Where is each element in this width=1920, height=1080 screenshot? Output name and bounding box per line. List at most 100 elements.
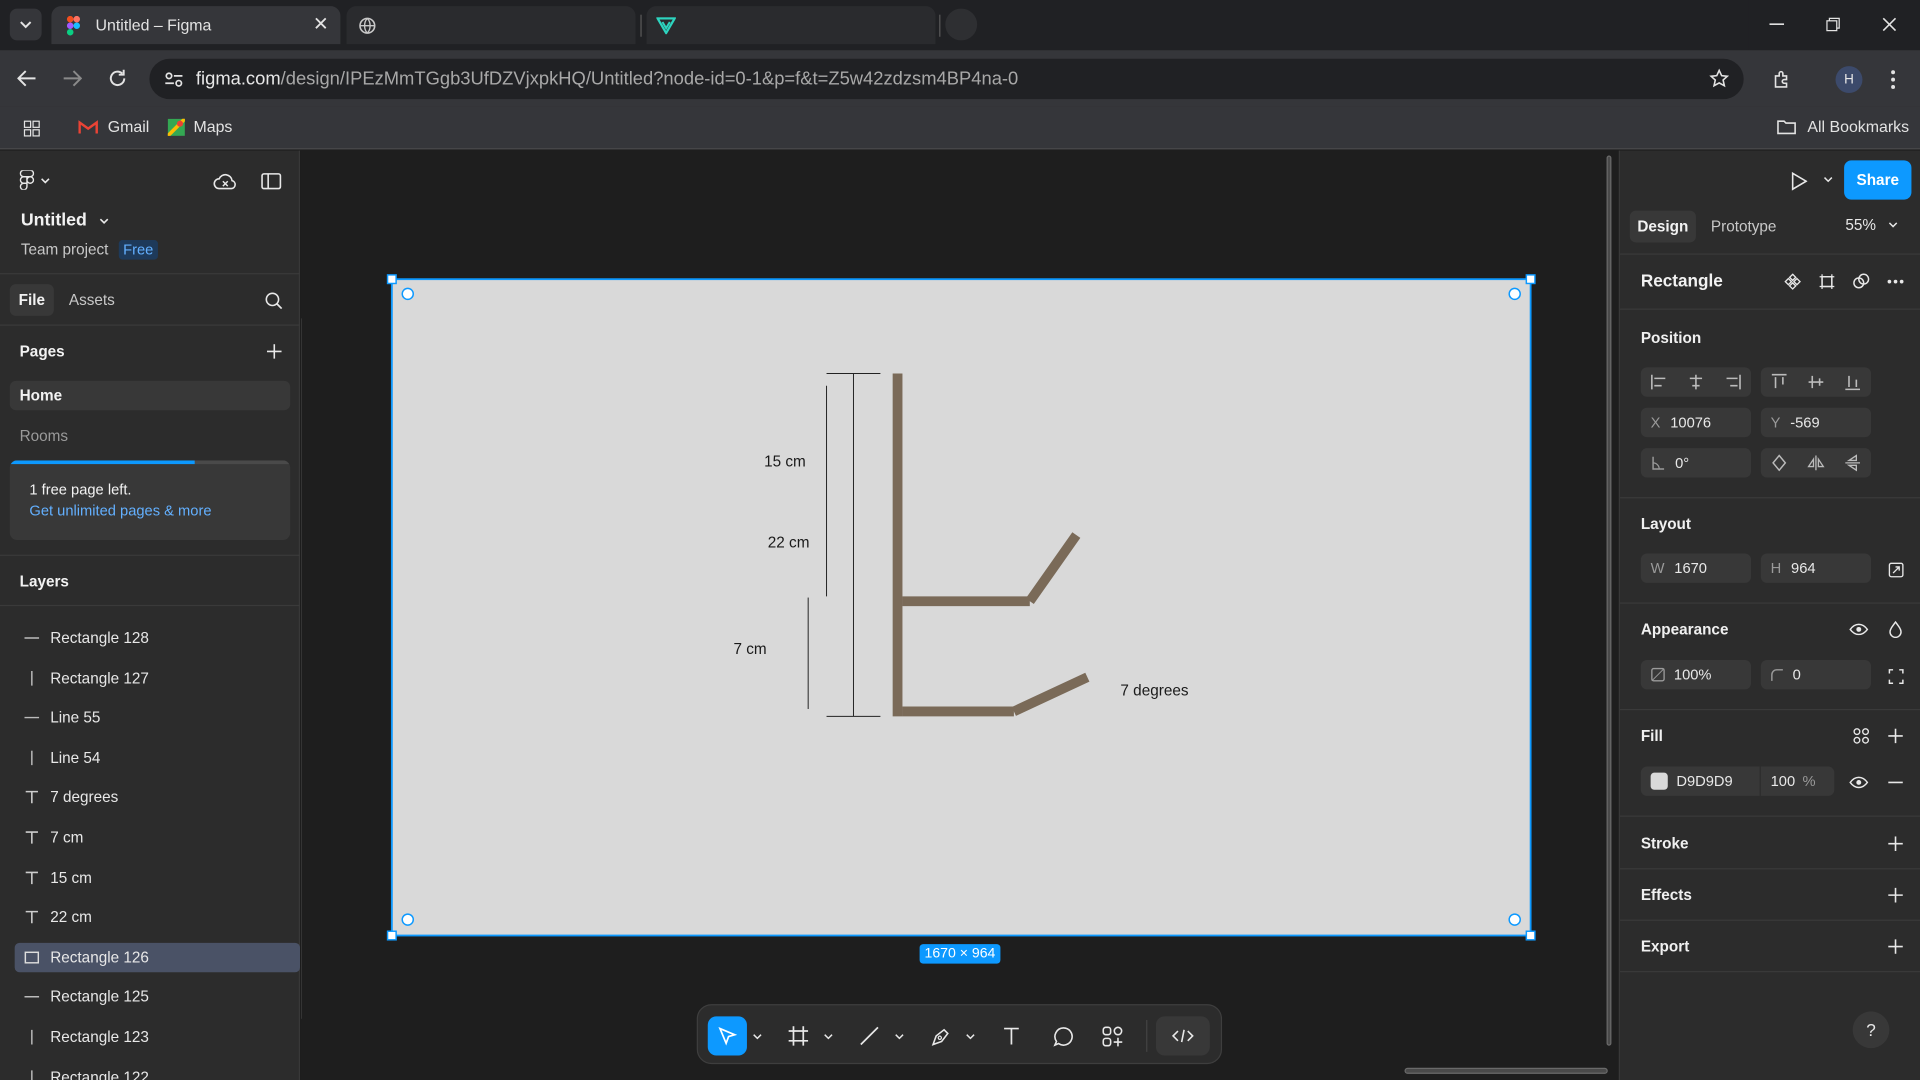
label-22cm[interactable]: 22 cm	[768, 534, 810, 551]
blend-mode-drop-icon[interactable]	[1885, 618, 1907, 640]
add-stroke-icon[interactable]	[1886, 834, 1906, 854]
line-tool-chevron[interactable]	[891, 1016, 906, 1055]
resize-handle-top-right[interactable]	[1525, 274, 1536, 285]
align-bottom-icon[interactable]	[1844, 373, 1861, 391]
main-menu-button[interactable]	[19, 170, 51, 190]
align-middle-icon[interactable]	[1807, 373, 1824, 390]
text-tool-button[interactable]	[992, 1016, 1031, 1055]
resize-handle-top-left[interactable]	[386, 274, 397, 285]
fill-color-field[interactable]: D9D9D9 100 %	[1640, 766, 1835, 796]
pen-tool-button[interactable]	[921, 1016, 960, 1055]
remove-fill-icon[interactable]	[1885, 771, 1907, 793]
visibility-eye-icon[interactable]	[1848, 618, 1870, 640]
browser-tab-figma[interactable]: Untitled – Figma	[51, 6, 341, 45]
project-name[interactable]: Team project	[21, 241, 109, 258]
extensions-icon[interactable]	[1768, 66, 1795, 93]
align-top-icon[interactable]	[1771, 373, 1788, 390]
fill-swatch[interactable]	[1650, 772, 1668, 790]
close-window-icon[interactable]	[1876, 12, 1903, 36]
move-tool-chevron[interactable]	[749, 1016, 764, 1055]
layer-row[interactable]: Line 55	[15, 703, 300, 732]
tab-search-button[interactable]	[9, 8, 42, 41]
minimize-icon[interactable]	[1763, 12, 1790, 36]
bookmark-gmail[interactable]: Gmail	[78, 118, 149, 136]
constrain-proportions-icon[interactable]	[1885, 558, 1907, 580]
align-right-icon[interactable]	[1724, 373, 1741, 390]
dev-mode-toggle[interactable]	[1155, 1016, 1210, 1056]
apps-grid-icon[interactable]	[20, 116, 44, 140]
present-chevron-icon[interactable]	[1821, 173, 1836, 188]
all-bookmarks[interactable]: All Bookmarks	[1777, 118, 1909, 136]
pen-tool-chevron[interactable]	[962, 1016, 977, 1055]
resize-handle-bottom-right[interactable]	[1525, 930, 1536, 941]
vertical-scrollbar[interactable]	[1606, 155, 1612, 1046]
bookmark-maps[interactable]: Maps	[167, 118, 232, 136]
selection-name[interactable]: Rectangle	[1641, 271, 1723, 291]
layer-row[interactable]: Rectangle 128	[15, 623, 300, 652]
opacity-field[interactable]: 100%	[1640, 660, 1752, 690]
resize-handle-bottom-left[interactable]	[386, 930, 397, 941]
frame-rectangle-126[interactable]	[390, 278, 1532, 937]
corner-radius-field[interactable]: 0	[1760, 660, 1872, 690]
file-name[interactable]: Untitled	[21, 211, 109, 230]
add-export-icon[interactable]	[1886, 937, 1906, 957]
add-effect-icon[interactable]	[1886, 885, 1906, 905]
tab-assets[interactable]: Assets	[61, 284, 122, 316]
rotation-field[interactable]: 0°	[1640, 448, 1752, 478]
layer-row[interactable]: Rectangle 126	[14, 942, 301, 973]
new-tab-button[interactable]	[945, 8, 978, 41]
flip-horizontal-icon[interactable]	[1807, 454, 1825, 471]
line-tool-button[interactable]	[850, 1016, 889, 1055]
label-7-degrees[interactable]: 7 degrees	[1120, 682, 1188, 699]
radius-handle-top-right[interactable]	[1508, 287, 1521, 301]
rotate-90-icon[interactable]	[1771, 454, 1788, 472]
tab-prototype[interactable]: Prototype	[1703, 211, 1784, 243]
layer-row[interactable]: 22 cm	[15, 903, 300, 932]
layer-row[interactable]: 7 degrees	[15, 783, 300, 812]
browser-menu-icon[interactable]	[1881, 66, 1905, 93]
zoom-dropdown[interactable]: 55%	[1845, 217, 1898, 234]
boolean-icon[interactable]	[1850, 271, 1872, 293]
independent-corners-icon[interactable]	[1885, 665, 1907, 687]
tab-design[interactable]: Design	[1629, 210, 1696, 243]
design-canvas[interactable]: 15 cm 22 cm 7 cm 7 degrees 1670 × 964	[301, 150, 1619, 1080]
present-play-icon[interactable]	[1787, 168, 1811, 195]
cloud-offline-icon[interactable]	[211, 168, 240, 195]
browser-tab-2[interactable]	[346, 6, 636, 45]
actions-tool-button[interactable]	[1092, 1016, 1131, 1055]
add-fill-icon[interactable]	[1886, 726, 1906, 746]
move-tool-button[interactable]	[707, 1016, 747, 1056]
frame-tool-chevron[interactable]	[820, 1016, 835, 1055]
layer-row[interactable]: Rectangle 122	[15, 1062, 300, 1080]
page-item-home[interactable]: Home	[9, 380, 291, 411]
frame-selection-icon[interactable]	[1816, 271, 1838, 293]
label-7cm[interactable]: 7 cm	[733, 640, 766, 657]
label-15cm[interactable]: 15 cm	[764, 453, 806, 470]
layer-row[interactable]: Rectangle 125	[15, 983, 300, 1012]
align-center-horizontal-icon[interactable]	[1687, 373, 1704, 390]
frame-tool-button[interactable]	[779, 1016, 818, 1055]
radius-handle-bottom-right[interactable]	[1508, 913, 1521, 926]
flip-vertical-icon[interactable]	[1844, 454, 1861, 472]
bookmark-star-icon[interactable]	[1709, 68, 1729, 89]
layer-row[interactable]: Line 54	[15, 743, 300, 772]
align-left-icon[interactable]	[1651, 373, 1668, 390]
fill-visibility-eye-icon[interactable]	[1848, 771, 1870, 793]
share-button[interactable]: Share	[1844, 160, 1912, 200]
toggle-sidebar-icon[interactable]	[256, 168, 285, 195]
profile-avatar[interactable]: H	[1835, 66, 1863, 94]
site-settings-icon[interactable]	[164, 70, 184, 87]
radius-handle-top-left[interactable]	[401, 287, 415, 301]
restore-icon[interactable]	[1820, 12, 1847, 36]
width-field[interactable]: W 1670	[1640, 553, 1752, 583]
page-item-rooms[interactable]: Rooms	[10, 421, 290, 450]
more-options-icon[interactable]	[1885, 271, 1907, 293]
address-bar[interactable]: figma.com/design/IPEzMmTGgb3UfDZVjxpkHQ/…	[149, 58, 1744, 100]
browser-tab-3[interactable]	[646, 6, 936, 45]
tab-file[interactable]: File	[9, 284, 54, 316]
x-position-field[interactable]: X 10076	[1640, 407, 1752, 438]
add-page-icon[interactable]	[263, 340, 285, 362]
forward-icon[interactable]	[58, 65, 87, 92]
horizontal-scrollbar[interactable]	[1404, 1067, 1608, 1074]
radius-handle-bottom-left[interactable]	[401, 913, 415, 926]
